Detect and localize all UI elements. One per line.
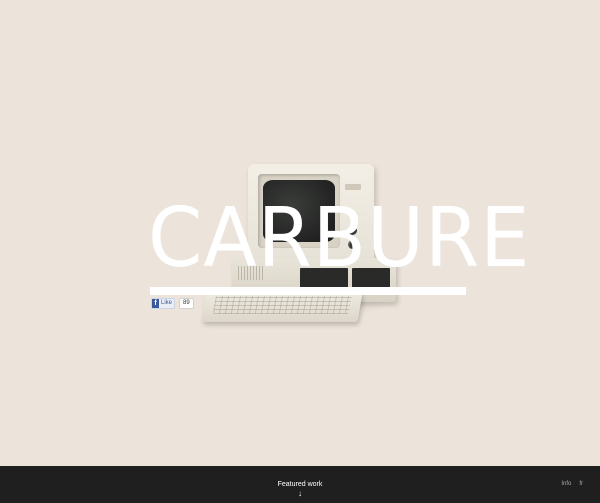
facebook-like-label: Like <box>161 299 173 306</box>
facebook-like-count: 89 <box>179 297 194 309</box>
logo-underline <box>150 287 466 295</box>
facebook-like-button[interactable]: f Like <box>151 297 176 309</box>
facebook-f-icon: f <box>152 298 159 308</box>
keyboard <box>201 292 363 322</box>
info-link[interactable]: Info <box>561 480 571 489</box>
language-switch-fr[interactable]: fr <box>579 480 583 489</box>
arrow-down-icon[interactable]: ↓ <box>0 490 600 498</box>
site-logo[interactable]: CARBURE <box>148 198 529 280</box>
footer-bar: Featured work ↓ Info fr <box>0 466 600 503</box>
keyboard-keys <box>212 296 352 314</box>
hero: CARBURE f Like 89 <box>0 0 600 466</box>
featured-work-link[interactable]: Featured work <box>0 480 600 489</box>
footer-nav: Info fr <box>561 480 583 489</box>
monitor-badge <box>345 184 361 190</box>
facebook-like-widget: f Like 89 <box>151 297 194 309</box>
